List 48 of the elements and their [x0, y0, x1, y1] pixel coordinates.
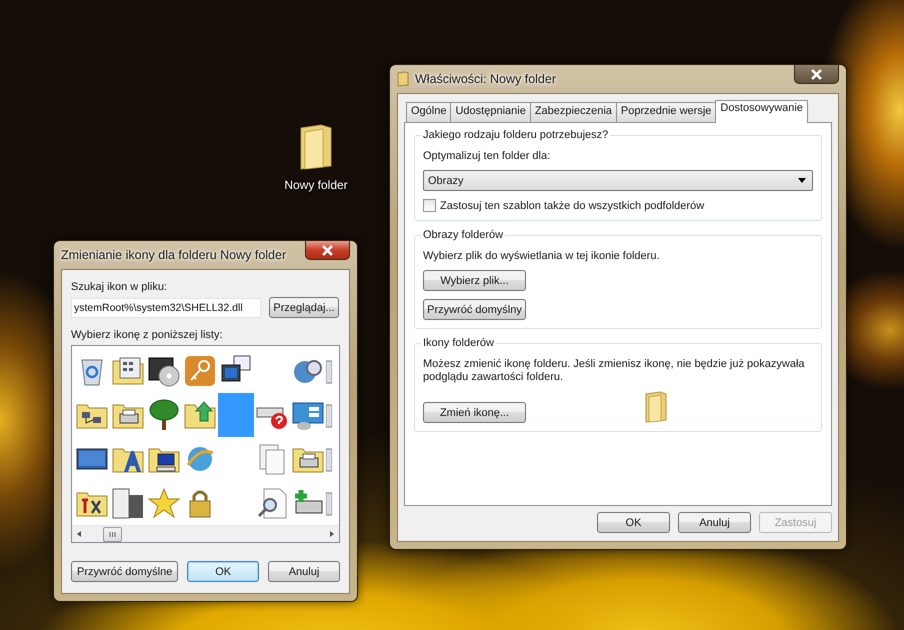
- change-icon-button[interactable]: Zmień ikonę...: [423, 402, 526, 424]
- dialog-button[interactable]: OK: [597, 512, 670, 533]
- browse-button[interactable]: Przeglądaj...: [269, 297, 339, 318]
- group-heading: Obrazy folderów: [421, 229, 506, 241]
- field-label: Szukaj ikon w pliku:: [71, 281, 168, 293]
- dialog-button[interactable]: Anuluj: [678, 512, 751, 533]
- close-icon: [322, 244, 333, 256]
- push-button[interactable]: Przywróć domyślny: [423, 299, 526, 320]
- tab[interactable]: Udostępnianie: [450, 102, 531, 122]
- checkbox-label[interactable]: Zastosuj ten szablon także do wszystkich podfolderów: [440, 200, 704, 212]
- folder-grid-icon: [112, 355, 144, 387]
- window-title: Właściwości: Nowy folder: [415, 72, 556, 86]
- disc-icon: [148, 355, 180, 387]
- group-heading: Ikony folderów: [421, 337, 496, 349]
- window-title: Zmienianie ikony dla folderu Nowy folder: [61, 248, 286, 262]
- folder-icon: [644, 391, 668, 424]
- dialog-button[interactable]: Anuluj: [268, 561, 340, 582]
- star-icon: [148, 487, 180, 519]
- dialog-button[interactable]: Przywróć domyślne: [71, 561, 178, 582]
- dropdown-arrow-icon: [798, 178, 806, 183]
- folder-arrow-icon: [184, 399, 216, 431]
- close-icon: [811, 68, 822, 80]
- folder-icon: [397, 71, 409, 87]
- group-heading: Jakiego rodzaju folderu potrzebujesz?: [421, 129, 610, 141]
- checkbox[interactable]: [423, 199, 436, 212]
- folder-type-dropdown[interactable]: Obrazy: [423, 170, 813, 191]
- server-icon: [112, 487, 144, 519]
- folder-icon[interactable]: [299, 124, 333, 170]
- key-icon: [184, 355, 216, 387]
- dialog-button[interactable]: OK: [187, 561, 260, 582]
- folder-label[interactable]: Nowy folder: [284, 178, 348, 192]
- tab[interactable]: Poprzednie wersje: [616, 102, 716, 122]
- tab[interactable]: Dostosowywanie: [715, 100, 808, 123]
- tab[interactable]: Ogólne: [406, 102, 452, 122]
- tree-icon: [148, 399, 180, 431]
- document-search-icon: [256, 487, 288, 519]
- field-label: Optymalizuj ten folder dla:: [423, 150, 550, 162]
- file-path-field[interactable]: ystemRoot%\system32\SHELL32.dll: [71, 298, 261, 318]
- grip-icon: [109, 532, 116, 536]
- tab[interactable]: Zabezpieczenia: [530, 102, 617, 122]
- push-button[interactable]: Wybierz plik...: [423, 270, 526, 291]
- scroll-left-icon[interactable]: [77, 531, 81, 537]
- description-text: Wybierz plik do wyświetlania w tej ikonie folderu.: [423, 250, 660, 262]
- description-text: Możesz zmienić ikonę folderu. Jeśli zmienisz ikonę, nie będzie już pokazywała podglądu zawartości folderu.: [423, 358, 806, 384]
- field-label: Wybierz ikonę z poniższej listy:: [71, 329, 224, 341]
- horizontal-scrollbar[interactable]: [72, 525, 339, 542]
- close-button[interactable]: [305, 241, 350, 260]
- scroll-right-icon[interactable]: [330, 531, 334, 537]
